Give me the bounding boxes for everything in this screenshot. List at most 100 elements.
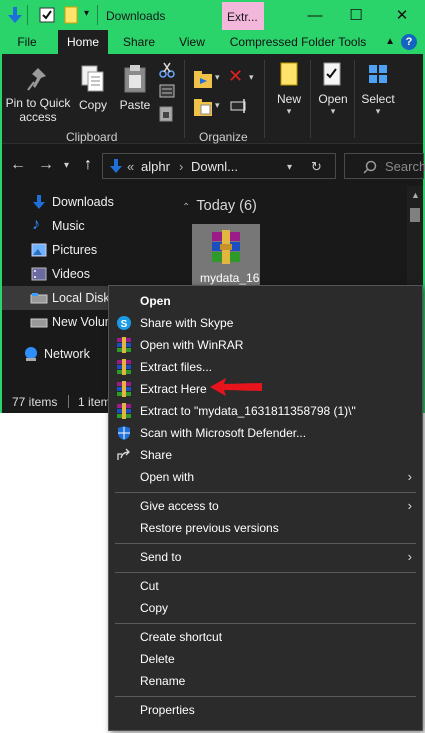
menu-item-extract-here[interactable]: Extract Here [109, 378, 422, 400]
drive-icon [30, 293, 48, 304]
open-button[interactable]: Open ▾ [314, 62, 352, 117]
menu-item-extract-files[interactable]: Extract files... [109, 356, 422, 378]
select-button[interactable]: Select ▾ [358, 62, 398, 117]
menu-item-label: Open with WinRAR [140, 338, 244, 352]
context-menu: Open S Share with Skype Open with WinRAR… [108, 285, 423, 731]
delete-dropdown-icon[interactable]: ▾ [249, 72, 254, 83]
window-title: Downloads [106, 9, 166, 23]
videos-folder-icon [31, 267, 47, 281]
address-dropdown-icon[interactable]: ▾ [287, 162, 292, 173]
breadcrumb-alphr[interactable]: alphr [141, 159, 170, 174]
group-header-today[interactable]: ⌃ Today (6) [182, 198, 257, 214]
copy-to-icon[interactable] [192, 96, 214, 118]
menu-item-open-with-winrar[interactable]: Open with WinRAR [109, 334, 422, 356]
defender-shield-icon [118, 426, 130, 440]
select-dropdown-icon: ▾ [375, 106, 381, 116]
selected-count: 1 item [78, 395, 111, 409]
refresh-icon[interactable]: ↻ [311, 159, 322, 175]
tab-view[interactable]: View [170, 30, 214, 54]
delete-x-icon[interactable]: ✕ [228, 66, 243, 87]
menu-item-cut[interactable]: Cut [109, 575, 422, 597]
cut-scissors-icon[interactable] [159, 62, 175, 78]
customize-toolbar-icon[interactable]: ▾ [84, 8, 89, 19]
minimize-button[interactable]: — [304, 6, 326, 26]
menu-item-label: Rename [140, 674, 186, 688]
organize-group-label: Organize [199, 130, 248, 144]
menu-item-rename[interactable]: Rename [109, 670, 422, 692]
menu-item-create-shortcut[interactable]: Create shortcut [109, 626, 422, 648]
paste-shortcut-icon[interactable] [159, 106, 173, 122]
menu-item-share[interactable]: Share [109, 444, 422, 466]
menu-item-extract-to[interactable]: Extract to "mydata_1631811358798 (1)\" [109, 400, 422, 422]
menu-item-label: Open with [140, 470, 195, 484]
winrar-icon [117, 381, 131, 397]
address-bar[interactable]: « alphr › Downl... ▾ ↻ [102, 153, 336, 179]
menu-item-share-with-skype[interactable]: S Share with Skype [109, 312, 422, 334]
nav-item-pictures[interactable]: Pictures [2, 238, 180, 262]
new-button[interactable]: New ▾ [270, 62, 308, 117]
close-button[interactable]: ✕ [391, 6, 413, 26]
menu-item-give-access[interactable]: Give access to › [109, 495, 422, 517]
copy-path-icon[interactable] [159, 84, 175, 98]
menu-item-properties[interactable]: Properties [109, 699, 422, 721]
nav-item-music[interactable]: ♪ Music [2, 214, 180, 238]
properties-check-icon[interactable] [38, 6, 56, 24]
menu-item-restore-previous[interactable]: Restore previous versions [109, 517, 422, 539]
menu-item-open[interactable]: Open [109, 290, 422, 312]
download-arrow-icon[interactable] [6, 6, 24, 24]
paste-button[interactable]: Paste [116, 64, 154, 112]
nav-item-videos[interactable]: Videos [2, 262, 180, 286]
menu-item-copy[interactable]: Copy [109, 597, 422, 619]
forward-arrow-icon[interactable]: → [38, 156, 54, 174]
new-label: New [276, 92, 301, 106]
search-placeholder: Search [385, 159, 425, 174]
winrar-icon [117, 337, 131, 353]
divider [310, 60, 311, 138]
drive-icon [30, 318, 48, 328]
nav-item-label: Local Disk [52, 291, 110, 305]
chevron-up-icon: ⌃ [182, 202, 191, 213]
tab-home[interactable]: Home [58, 30, 108, 54]
contextual-tab-header[interactable]: Extr... [222, 2, 264, 30]
item-count: 77 items [12, 395, 58, 409]
tab-share[interactable]: Share [116, 30, 162, 54]
divider [68, 395, 69, 408]
divider [184, 60, 185, 138]
scroll-up-icon[interactable]: ▲ [411, 190, 420, 200]
new-item-icon [280, 62, 298, 86]
search-box[interactable]: Search [344, 153, 425, 179]
file-item-mydata[interactable]: mydata_16 [192, 224, 260, 288]
recent-locations-icon[interactable]: ▾ [64, 160, 69, 171]
menu-item-send-to[interactable]: Send to › [109, 546, 422, 568]
menu-item-open-with[interactable]: Open with › [109, 466, 422, 488]
copy-button[interactable]: Copy [76, 64, 110, 112]
menu-item-label: Copy [140, 601, 169, 615]
menu-item-label: Open [140, 294, 171, 308]
rename-icon[interactable] [230, 98, 248, 114]
copy-to-dropdown-icon[interactable]: ▾ [215, 100, 220, 111]
music-note-icon: ♪ [32, 216, 40, 233]
move-to-dropdown-icon[interactable]: ▾ [215, 72, 220, 83]
menu-item-delete[interactable]: Delete [109, 648, 422, 670]
collapse-ribbon-icon[interactable]: ▲ [385, 36, 395, 47]
nav-item-label: New Volum [52, 315, 116, 329]
scrollbar-thumb[interactable] [410, 208, 420, 222]
menu-item-scan-defender[interactable]: Scan with Microsoft Defender... [109, 422, 422, 444]
breadcrumb-downloads[interactable]: Downl... [191, 159, 238, 174]
pictures-folder-icon [31, 243, 47, 257]
breadcrumb-overflow[interactable]: « [127, 159, 134, 174]
menu-item-label: Send to [140, 550, 182, 564]
title-bar[interactable]: ▾ Downloads Extr... — ☐ ✕ [2, 2, 423, 30]
up-arrow-icon[interactable]: ↑ [84, 156, 92, 174]
tab-compressed-folder-tools[interactable]: Compressed Folder Tools [224, 30, 372, 54]
tab-file[interactable]: File [8, 30, 46, 54]
help-icon[interactable]: ? [401, 34, 417, 50]
menu-item-label: Scan with Microsoft Defender... [140, 426, 307, 440]
nav-item-downloads[interactable]: Downloads [2, 190, 180, 214]
move-to-icon[interactable] [192, 68, 214, 90]
divider [97, 5, 98, 25]
maximize-button[interactable]: ☐ [345, 6, 367, 26]
back-arrow-icon[interactable]: ← [10, 156, 26, 174]
new-folder-icon[interactable] [62, 6, 80, 24]
pin-to-quick-access-button[interactable]: Pin to Quick access [4, 66, 72, 124]
